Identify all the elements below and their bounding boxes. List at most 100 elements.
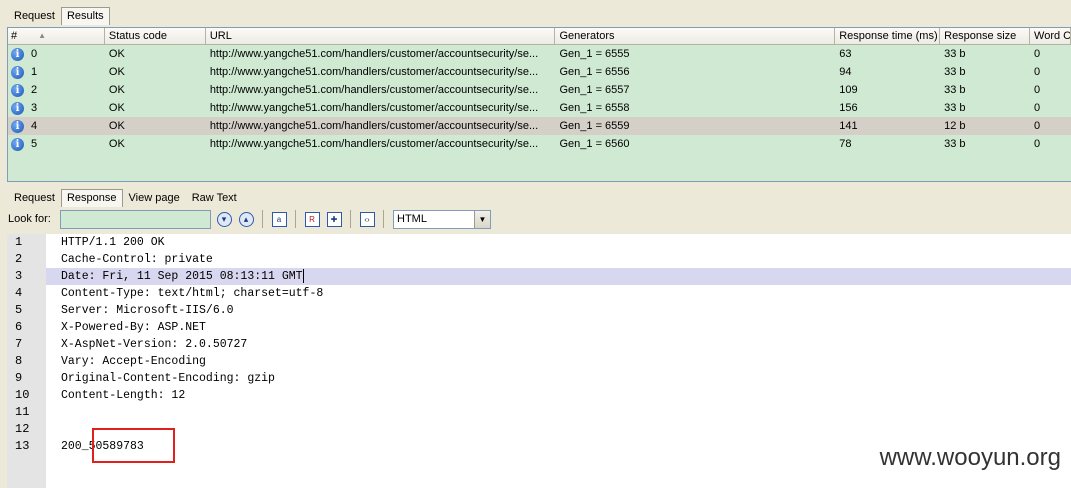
cell-generator: Gen_1 = 6559 xyxy=(559,120,630,132)
cell-time: 94 xyxy=(839,66,852,78)
table-row[interactable]: i 4 OK http://www.yangche51.com/handlers/cu… xyxy=(8,117,1071,135)
cell-time: 78 xyxy=(839,138,852,150)
tab-results[interactable]: Results xyxy=(60,7,110,25)
cell-words: 0 xyxy=(1034,120,1041,132)
highlight-annotation xyxy=(92,428,175,463)
tab-request[interactable]: Request xyxy=(8,7,61,25)
cell-size: 33 b xyxy=(944,66,966,78)
cell-words: 0 xyxy=(1034,48,1041,60)
tab-response[interactable]: Response xyxy=(60,189,123,207)
find-next-button[interactable]: ▾ xyxy=(215,210,233,228)
cell-time: 109 xyxy=(839,84,858,96)
row-number-cell: i4 xyxy=(8,117,105,135)
results-grid-header: # ▲ Status code URL Generators Response … xyxy=(8,28,1071,45)
cell-time: 156 xyxy=(839,102,858,114)
row-number-cell: i0 xyxy=(8,45,105,63)
cell-generator: Gen_1 = 6556 xyxy=(559,66,630,78)
response-tab-bar: Request Response View page Raw Text xyxy=(0,187,243,207)
toolbar-separator xyxy=(383,210,384,228)
code-line: Cache-Control: private xyxy=(61,251,1071,268)
table-row[interactable]: i 0 OK http://www.yangche51.com/handlers/cu… xyxy=(8,45,1071,63)
cell-status: OK xyxy=(108,138,125,150)
code-line: Server: Microsoft-IIS/6.0 xyxy=(61,302,1071,319)
code-line-text: Content-Length: 12 xyxy=(61,389,186,402)
column-header-word-count[interactable]: Word C xyxy=(1030,28,1071,44)
tab-raw-text[interactable]: Raw Text xyxy=(186,189,243,207)
cell-url: http://www.yangche51.com/handlers/custom… xyxy=(209,102,539,114)
cell-size: 33 b xyxy=(944,138,966,150)
tab-view-page[interactable]: View page xyxy=(123,189,186,207)
cell-status: OK xyxy=(108,66,125,78)
code-line-text: Cache-Control: private xyxy=(61,253,213,266)
cell-url: http://www.yangche51.com/handlers/custom… xyxy=(209,66,539,78)
regex-builder-button[interactable]: ✚ xyxy=(325,210,343,228)
row-number: 4 xyxy=(31,120,38,132)
line-number-gutter: 1 2 3 4 5 6 7 8 9 10 11 12 13 xyxy=(7,234,46,488)
format-select[interactable]: HTML ▼ xyxy=(393,209,491,229)
line-number: 7 xyxy=(15,337,23,351)
find-previous-button[interactable]: ▴ xyxy=(237,210,255,228)
table-row[interactable]: i 1 OK http://www.yangche51.com/handlers/cu… xyxy=(8,63,1071,81)
cell-url: http://www.yangche51.com/handlers/custom… xyxy=(209,48,539,60)
table-row[interactable]: i 3 OK http://www.yangche51.com/handlers/cu… xyxy=(8,99,1071,117)
cell-words: 0 xyxy=(1034,138,1041,150)
column-header-number[interactable]: # ▲ xyxy=(8,28,105,44)
code-line: HTTP/1.1 200 OK xyxy=(61,234,1071,251)
info-icon: i xyxy=(11,65,24,79)
look-for-input[interactable] xyxy=(60,209,211,229)
code-line-text: HTTP/1.1 200 OK xyxy=(61,236,165,249)
cell-status: OK xyxy=(108,102,125,114)
toolbar-separator xyxy=(262,210,263,228)
toolbar-separator xyxy=(350,210,351,228)
row-number: 3 xyxy=(31,102,38,114)
code-line: X-Powered-By: ASP.NET xyxy=(61,319,1071,336)
chevron-down-icon[interactable]: ▼ xyxy=(474,210,490,228)
column-header-generators[interactable]: Generators xyxy=(555,28,836,44)
cell-generator: Gen_1 = 6557 xyxy=(559,84,630,96)
column-header-response-time[interactable]: Response time (ms) xyxy=(835,28,941,44)
text-caret xyxy=(302,268,304,283)
line-number: 8 xyxy=(15,354,23,368)
table-row[interactable]: i 2 OK http://www.yangche51.com/handlers/cu… xyxy=(8,81,1071,99)
line-number: 10 xyxy=(15,388,30,402)
row-number-cell: i5 xyxy=(8,135,105,153)
column-header-status-code[interactable]: Status code xyxy=(104,28,206,44)
match-case-button[interactable]: a xyxy=(270,210,288,228)
cell-size: 33 b xyxy=(944,48,966,60)
cell-generator: Gen_1 = 6555 xyxy=(559,48,630,60)
code-line-text: X-AspNet-Version: 2.0.50727 xyxy=(61,338,248,351)
table-row[interactable]: i 5 OK http://www.yangche51.com/handlers/cu… xyxy=(8,135,1071,153)
watermark: www.wooyun.org xyxy=(879,444,1061,471)
info-icon: i xyxy=(11,101,24,115)
search-toolbar: Look for: ▾ ▴ a R ✚ ‹› HTML ▼ xyxy=(0,207,1071,231)
format-select-value: HTML xyxy=(397,213,427,225)
line-number: 4 xyxy=(15,286,23,300)
line-number: 11 xyxy=(15,405,30,419)
tab-request-detail[interactable]: Request xyxy=(8,189,61,207)
response-editor[interactable]: 1 2 3 4 5 6 7 8 9 10 11 12 13 HTTP/1.1 200 OK Cache-C… xyxy=(7,234,1071,488)
cell-size: 33 b xyxy=(944,84,966,96)
row-number: 2 xyxy=(31,84,38,96)
column-header-response-size[interactable]: Response size xyxy=(940,28,1031,44)
regex-builder-icon: ✚ xyxy=(326,211,342,227)
results-grid-body: i 0 OK http://www.yangche51.com/handlers/cu… xyxy=(8,45,1071,153)
cell-words: 0 xyxy=(1034,66,1041,78)
line-number: 1 xyxy=(15,235,23,249)
code-line-text: X-Powered-By: ASP.NET xyxy=(61,321,206,334)
line-number: 12 xyxy=(15,422,30,436)
column-header-url[interactable]: URL xyxy=(205,28,556,44)
row-number: 1 xyxy=(31,66,38,78)
cell-size: 12 b xyxy=(944,120,966,132)
results-tab-bar: Request Results xyxy=(0,5,110,25)
line-number: 3 xyxy=(15,269,23,283)
pretty-print-button[interactable]: ‹› xyxy=(358,210,376,228)
info-icon: i xyxy=(11,47,24,61)
cell-time: 63 xyxy=(839,48,852,60)
regex-button[interactable]: R xyxy=(303,210,321,228)
cell-url: http://www.yangche51.com/handlers/custom… xyxy=(209,120,539,132)
code-line-text: Vary: Accept-Encoding xyxy=(61,355,206,368)
cell-status: OK xyxy=(108,48,125,60)
row-number-cell: i1 xyxy=(8,63,105,81)
